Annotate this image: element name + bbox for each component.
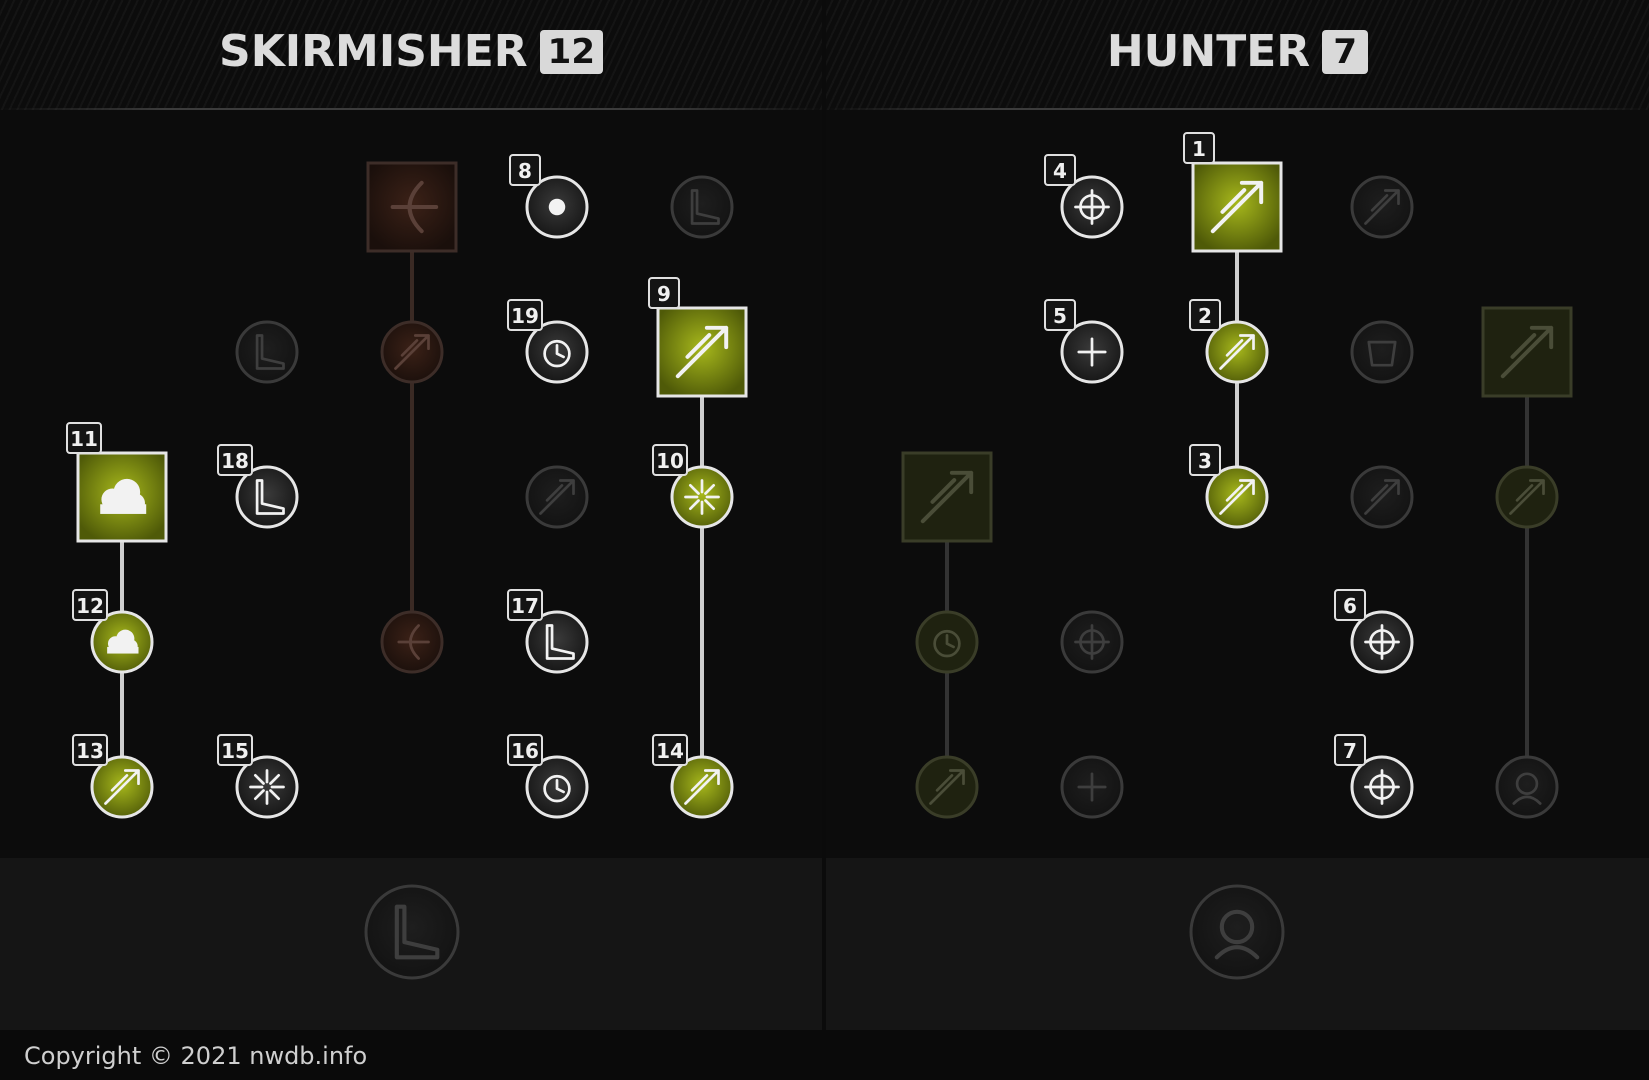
order-number: 4 bbox=[1053, 159, 1067, 183]
skirmisher-r5c0-node[interactable]: 13 bbox=[72, 734, 154, 819]
hunter-r4c3-node[interactable]: 6 bbox=[1334, 589, 1414, 674]
skirmisher-r3c3-node[interactable] bbox=[525, 465, 589, 529]
order-badge: 11 bbox=[66, 422, 102, 454]
order-badge: 1 bbox=[1183, 132, 1215, 164]
hunter-r2c2-node[interactable]: 2 bbox=[1189, 299, 1269, 384]
order-number: 9 bbox=[657, 282, 671, 306]
order-number: 8 bbox=[518, 159, 532, 183]
order-number: 18 bbox=[221, 449, 249, 473]
skirmisher-r3c1-node[interactable]: 18 bbox=[217, 444, 299, 529]
skirmisher-r2c2-node[interactable] bbox=[380, 320, 444, 384]
order-number: 14 bbox=[656, 739, 684, 763]
talent-tree-graph: 81991118 1012 1713 15 16 14415 2367 bbox=[66, 132, 1573, 980]
order-number: 19 bbox=[511, 304, 539, 328]
skirmisher-r4c3-node[interactable]: 17 bbox=[507, 589, 589, 674]
order-badge: 17 bbox=[507, 589, 543, 621]
order-number: 16 bbox=[511, 739, 539, 763]
order-number: 6 bbox=[1343, 594, 1357, 618]
hunter-rainofarrows-node[interactable] bbox=[1481, 306, 1573, 398]
skirmisher-r4c2-node[interactable] bbox=[380, 610, 444, 674]
hunter-r2c3-node[interactable] bbox=[1350, 320, 1414, 384]
order-badge: 4 bbox=[1044, 154, 1076, 186]
order-badge: 19 bbox=[507, 299, 543, 331]
hunter-r1c3-node[interactable] bbox=[1350, 175, 1414, 239]
skirmisher-ultimate-node[interactable] bbox=[364, 884, 460, 980]
hunter-r4c0-node[interactable] bbox=[915, 610, 979, 674]
skirmisher-r4c0-node[interactable]: 12 bbox=[72, 589, 154, 674]
hunter-r1c1-node[interactable]: 4 bbox=[1044, 154, 1124, 239]
order-badge: 15 bbox=[217, 734, 253, 766]
skirmisher-r2c1-node[interactable] bbox=[235, 320, 299, 384]
order-badge: 18 bbox=[217, 444, 253, 476]
hunter-penetrating-node[interactable]: 1 bbox=[1183, 132, 1283, 253]
order-badge: 6 bbox=[1334, 589, 1366, 621]
hunter-r3c4-node[interactable] bbox=[1495, 465, 1559, 529]
skirmisher-r3c4-node[interactable]: 10 bbox=[652, 444, 734, 529]
hunter-r5c0-node[interactable] bbox=[915, 755, 979, 819]
order-badge: 3 bbox=[1189, 444, 1221, 476]
order-badge: 10 bbox=[652, 444, 688, 476]
order-badge: 5 bbox=[1044, 299, 1076, 331]
hunter-r2c1-node[interactable]: 5 bbox=[1044, 299, 1124, 384]
hunter-r5c4-node[interactable] bbox=[1495, 755, 1559, 819]
order-number: 3 bbox=[1198, 449, 1212, 473]
order-badge: 13 bbox=[72, 734, 108, 766]
order-badge: 16 bbox=[507, 734, 543, 766]
sidestep-icon bbox=[548, 198, 566, 216]
hunter-poison-node[interactable] bbox=[901, 451, 993, 543]
skirmisher-r2c3-node[interactable]: 19 bbox=[507, 299, 589, 384]
order-number: 10 bbox=[656, 449, 684, 473]
order-number: 15 bbox=[221, 739, 249, 763]
order-number: 12 bbox=[76, 594, 104, 618]
hunter-r3c3-node[interactable] bbox=[1350, 465, 1414, 529]
skirmisher-r5c3-node[interactable]: 16 bbox=[507, 734, 589, 819]
skirmisher-active-archer-node[interactable] bbox=[366, 161, 458, 253]
order-badge: 8 bbox=[509, 154, 541, 186]
hunter-r5c1-node[interactable] bbox=[1060, 755, 1124, 819]
hunter-r4c1-node[interactable] bbox=[1060, 610, 1124, 674]
hunter-ultimate-node[interactable] bbox=[1189, 884, 1285, 980]
order-number: 2 bbox=[1198, 304, 1212, 328]
order-number: 5 bbox=[1053, 304, 1067, 328]
skirmisher-volley-node[interactable]: 9 bbox=[648, 277, 748, 398]
skirmisher-r1c3-node[interactable]: 8 bbox=[509, 154, 589, 239]
skirmisher-smoke-node[interactable]: 11 bbox=[66, 422, 168, 543]
skirmisher-r1c4-node[interactable] bbox=[670, 175, 734, 239]
order-badge: 9 bbox=[648, 277, 680, 309]
skirmisher-r5c1-node[interactable]: 15 bbox=[217, 734, 299, 819]
order-badge: 2 bbox=[1189, 299, 1221, 331]
order-badge: 7 bbox=[1334, 734, 1366, 766]
skirmisher-r5c4-node[interactable]: 14 bbox=[652, 734, 734, 819]
order-badge: 14 bbox=[652, 734, 688, 766]
order-number: 13 bbox=[76, 739, 104, 763]
order-number: 1 bbox=[1192, 137, 1206, 161]
hunter-r3c2-node[interactable]: 3 bbox=[1189, 444, 1269, 529]
order-number: 11 bbox=[70, 427, 98, 451]
order-number: 7 bbox=[1343, 739, 1357, 763]
order-badge: 12 bbox=[72, 589, 108, 621]
hunter-r5c3-node[interactable]: 7 bbox=[1334, 734, 1414, 819]
order-number: 17 bbox=[511, 594, 539, 618]
